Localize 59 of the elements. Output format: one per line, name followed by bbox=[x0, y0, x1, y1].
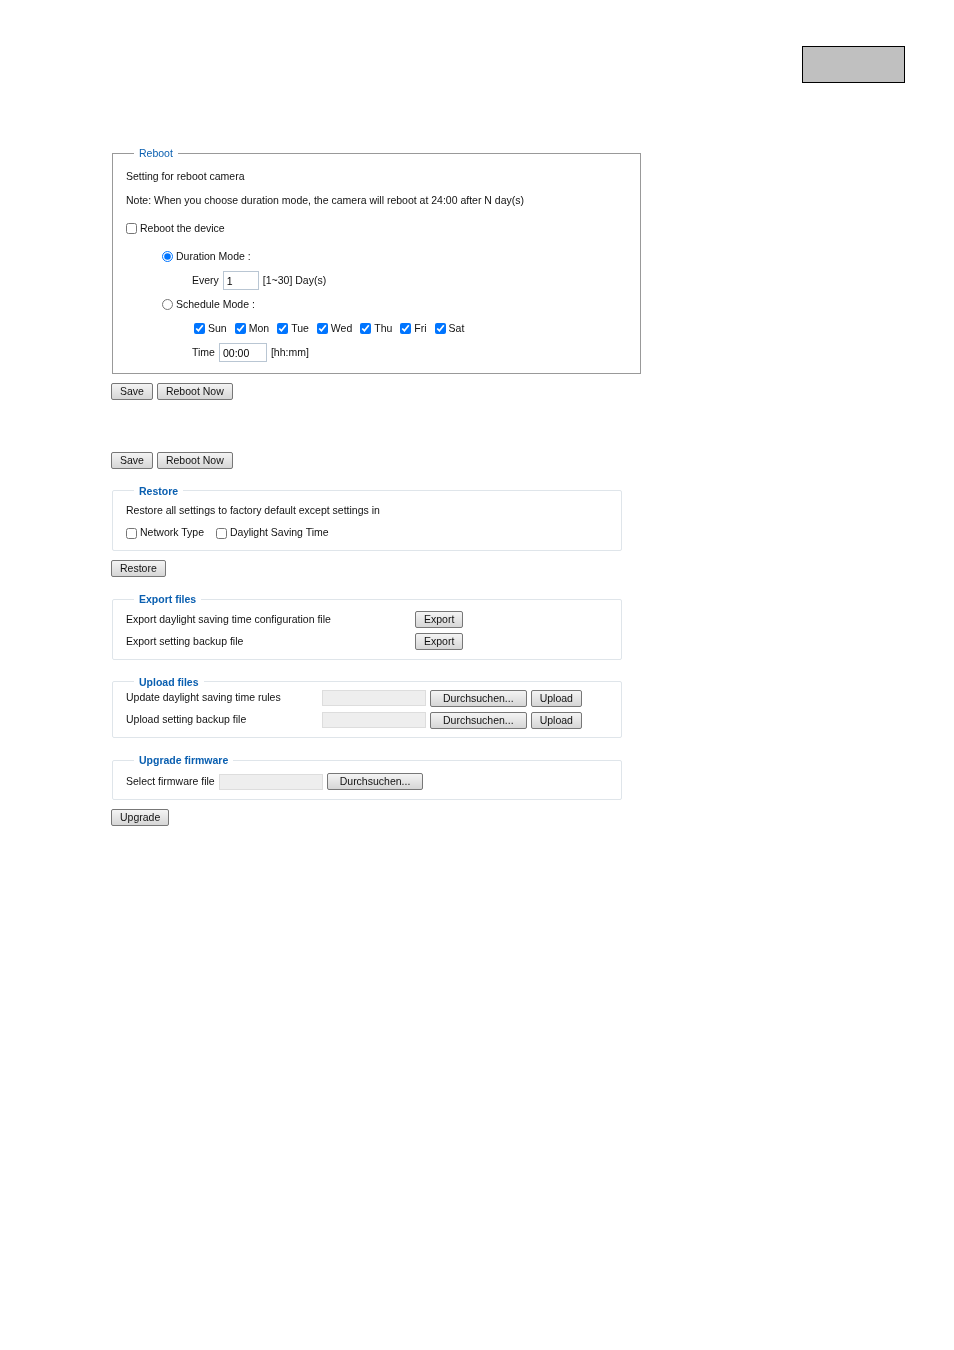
button[interactable]: Durchsuchen... bbox=[430, 711, 527, 729]
button[interactable]: Upload bbox=[530, 689, 582, 707]
note-text: Note: When you choose duration mode, the camera will reboot at 24:00 after N day(s) bbox=[126, 192, 525, 208]
radio-button[interactable] bbox=[162, 299, 173, 310]
button[interactable]: Restore bbox=[111, 560, 166, 577]
day-label: Mon bbox=[248, 320, 270, 336]
checkbox[interactable] bbox=[126, 223, 137, 234]
day-label: Tue bbox=[291, 320, 309, 336]
hint-text: [1~30] Day(s) bbox=[262, 272, 327, 288]
checkbox[interactable] bbox=[434, 323, 446, 334]
day-label: Fri bbox=[414, 320, 427, 336]
checkbox[interactable] bbox=[277, 323, 289, 334]
button[interactable]: Save bbox=[111, 451, 153, 469]
button[interactable]: Save bbox=[111, 382, 153, 400]
file-field[interactable] bbox=[322, 690, 426, 706]
section-title: Restore bbox=[138, 485, 180, 496]
row-label: Upload setting backup file bbox=[126, 712, 248, 728]
checkbox[interactable] bbox=[126, 527, 137, 539]
checkbox[interactable] bbox=[194, 323, 205, 334]
checkbox[interactable] bbox=[400, 323, 412, 334]
file-field[interactable] bbox=[218, 773, 323, 790]
day-label: Thu bbox=[374, 320, 393, 336]
section-title: Reboot bbox=[138, 148, 174, 159]
section-title: Export files bbox=[138, 594, 198, 605]
day-label: Sat bbox=[448, 320, 465, 336]
button[interactable]: Upgrade bbox=[111, 808, 170, 826]
section-title: Upgrade firmware bbox=[138, 755, 230, 766]
day-label: Wed bbox=[330, 320, 353, 336]
row-label: Export daylight saving time configuration file bbox=[126, 611, 332, 627]
option-label: Duration Mode : bbox=[176, 248, 251, 264]
description-text: Restore all settings to factory default except settings in bbox=[126, 503, 380, 519]
button[interactable]: Reboot Now bbox=[156, 382, 233, 400]
hint-text: [hh:mm] bbox=[270, 344, 309, 360]
checkbox[interactable] bbox=[316, 323, 328, 334]
row-label: Update daylight saving time rules bbox=[126, 690, 282, 706]
option-label: Network Type bbox=[140, 525, 204, 541]
field-label: Time bbox=[192, 344, 215, 360]
input-field[interactable]: 00:00 bbox=[218, 343, 267, 362]
option-label: Daylight Saving Time bbox=[230, 525, 329, 541]
input-field[interactable]: 1 bbox=[222, 271, 259, 290]
option-label: Reboot the device bbox=[140, 220, 225, 236]
file-field[interactable] bbox=[322, 712, 426, 728]
radio-button[interactable] bbox=[162, 251, 173, 262]
section-title: Upload files bbox=[138, 676, 200, 687]
button[interactable]: Export bbox=[415, 633, 464, 650]
day-label: Sun bbox=[208, 320, 227, 336]
button[interactable]: Export bbox=[415, 611, 464, 628]
description-text: Setting for reboot camera bbox=[126, 168, 245, 184]
field-label: Every bbox=[192, 272, 219, 288]
button[interactable]: Durchsuchen... bbox=[430, 689, 527, 707]
button[interactable]: Reboot Now bbox=[156, 451, 233, 469]
button[interactable]: Upload bbox=[530, 711, 582, 729]
row-label: Export setting backup file bbox=[126, 633, 245, 649]
checkbox[interactable] bbox=[234, 323, 246, 334]
row-label: Select firmware file bbox=[126, 773, 215, 789]
checkbox[interactable] bbox=[216, 527, 227, 539]
checkbox[interactable] bbox=[360, 323, 372, 334]
option-label: Schedule Mode : bbox=[176, 296, 255, 312]
button[interactable]: Durchsuchen... bbox=[326, 773, 424, 790]
